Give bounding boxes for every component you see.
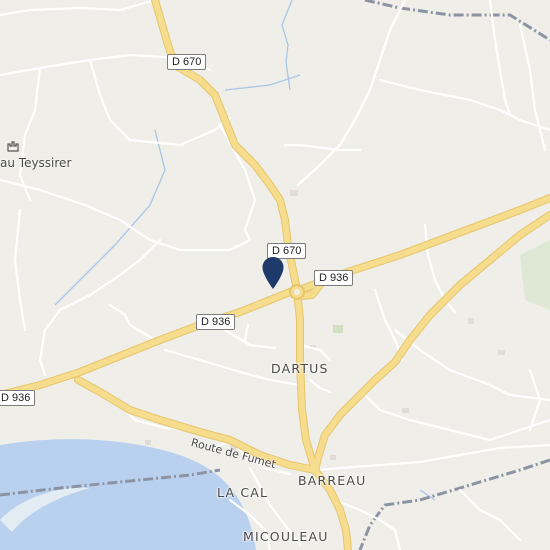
map-pin-icon[interactable] [261,256,285,295]
road-shield-d670: D 670 [167,54,207,70]
castle-icon [7,140,19,155]
place-label-micouleau: MICOULEAU [243,529,329,544]
road-shield-d936: D 936 [196,314,236,330]
place-label-barreau: BARREAU [298,473,367,488]
road-shield-d936: D 936 [314,270,354,286]
road-shield-d936: D 936 [0,390,36,406]
place-label-dartus: DARTUS [271,361,329,376]
place-label-la-cal: LA CAL [217,485,269,500]
map-view[interactable]: Route de Fumet D 670 D 670 D 936 D 936 D… [0,0,550,550]
poi-label[interactable]: au Teyssirer [0,156,71,170]
